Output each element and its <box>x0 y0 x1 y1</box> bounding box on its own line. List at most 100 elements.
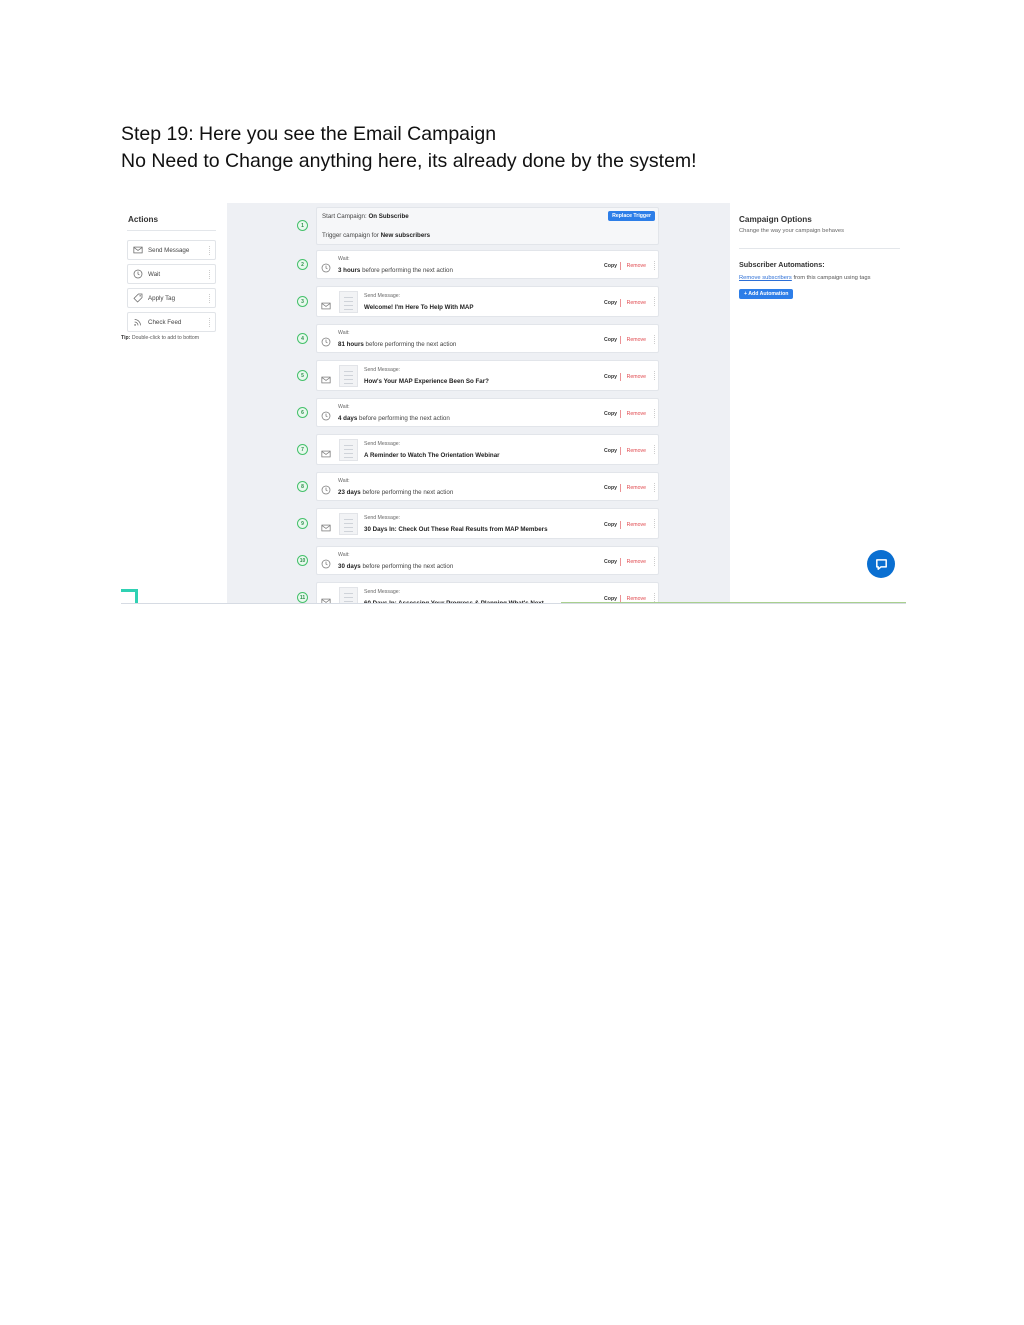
send-message-step[interactable]: Send Message: Welcome! I'm Here To Help W… <box>316 286 659 317</box>
actions-divider <box>127 230 216 231</box>
action-divider <box>620 262 621 270</box>
step-type-label: Wait: <box>338 330 350 336</box>
copy-step-button[interactable]: Copy <box>604 263 617 269</box>
action-apply-tag[interactable]: Apply Tag <box>127 288 216 308</box>
wait-suffix: before performing the next action <box>365 341 457 348</box>
remove-step-button[interactable]: Remove <box>627 485 646 491</box>
step-number-badge: 6 <box>297 407 308 418</box>
envelope-icon <box>133 246 143 254</box>
send-message-step[interactable]: Send Message: How's Your MAP Experience B… <box>316 360 659 391</box>
wait-step[interactable]: Wait: 81 hours before performing the next… <box>316 324 659 353</box>
trigger-card[interactable]: Start Campaign: On Subscribe Trigger cam… <box>316 207 659 245</box>
remove-step-button[interactable]: Remove <box>627 337 646 343</box>
step-type-label: Wait: <box>338 552 350 558</box>
campaign-options-panel: Campaign Options Change the way your cam… <box>730 203 906 603</box>
send-message-step[interactable]: Send Message: 30 Days In: Check Out These… <box>316 508 659 539</box>
email-subject: A Reminder to Watch The Orientation Webi… <box>364 452 500 459</box>
step-type-label: Send Message: <box>364 367 401 373</box>
replace-trigger-button[interactable]: Replace Trigger <box>608 211 655 221</box>
drag-handle-icon[interactable] <box>209 294 211 303</box>
remove-step-button[interactable]: Remove <box>627 522 646 528</box>
email-subject: Welcome! I'm Here To Help With MAP <box>364 304 474 311</box>
email-thumbnail[interactable] <box>339 587 358 603</box>
copy-step-button[interactable]: Copy <box>604 522 617 528</box>
action-send-message[interactable]: Send Message <box>127 240 216 260</box>
trigger-value: New subscribers <box>380 232 431 239</box>
start-campaign-prefix: Start Campaign: <box>322 213 367 220</box>
email-thumbnail[interactable] <box>339 291 358 313</box>
drag-handle-icon[interactable] <box>209 270 211 279</box>
copy-step-button[interactable]: Copy <box>604 448 617 454</box>
trigger-prefix: Trigger campaign for <box>322 232 379 239</box>
drag-handle-icon[interactable] <box>654 335 656 344</box>
remove-subscribers-link[interactable]: Remove subscribers <box>739 275 792 281</box>
chat-bubble-icon <box>875 558 887 570</box>
step-number-badge: 4 <box>297 333 308 344</box>
wait-step[interactable]: Wait: 4 days before performing the next a… <box>316 398 659 427</box>
step-number-badge: 3 <box>297 296 308 307</box>
action-wait[interactable]: Wait <box>127 264 216 284</box>
copy-step-button[interactable]: Copy <box>604 485 617 491</box>
email-thumbnail[interactable] <box>339 365 358 387</box>
options-subtitle: Change the way your campaign behaves <box>739 228 845 234</box>
step-number-badge: 11 <box>297 592 308 603</box>
drag-handle-icon[interactable] <box>654 261 656 270</box>
drag-handle-icon[interactable] <box>209 246 211 255</box>
remove-step-button[interactable]: Remove <box>627 263 646 269</box>
drag-handle-icon[interactable] <box>654 445 656 454</box>
corner-bracket-decoration <box>121 589 138 603</box>
drag-handle-icon[interactable] <box>654 557 656 566</box>
send-message-step[interactable]: Send Message: 60 Days In: Assessing Your … <box>316 582 659 603</box>
wait-duration-text: 81 hours before performing the next acti… <box>338 341 456 348</box>
remove-step-button[interactable]: Remove <box>627 448 646 454</box>
copy-step-button[interactable]: Copy <box>604 337 617 343</box>
bottom-accent-line <box>561 602 906 603</box>
email-thumbnail[interactable] <box>339 439 358 461</box>
action-divider <box>620 299 621 307</box>
action-label: Check Feed <box>148 318 182 326</box>
copy-step-button[interactable]: Copy <box>604 411 617 417</box>
add-automation-button[interactable]: + Add Automation <box>739 289 794 299</box>
drag-handle-icon[interactable] <box>654 483 656 492</box>
actions-title: Actions <box>128 215 159 224</box>
instruction-heading: Step 19: Here you see the Email Campaign… <box>121 121 921 175</box>
tip-label: Tip: <box>121 335 131 341</box>
action-check-feed[interactable]: Check Feed <box>127 312 216 332</box>
send-message-step[interactable]: Send Message: A Reminder to Watch The Ori… <box>316 434 659 465</box>
action-divider <box>620 336 621 344</box>
wait-amount: 4 days <box>338 415 358 422</box>
wait-duration-text: 30 days before performing the next actio… <box>338 563 453 570</box>
copy-step-button[interactable]: Copy <box>604 300 617 306</box>
drag-handle-icon[interactable] <box>654 297 656 306</box>
drag-handle-icon[interactable] <box>654 371 656 380</box>
start-campaign-text: Start Campaign: On Subscribe <box>322 213 409 220</box>
email-thumbnail[interactable] <box>339 513 358 535</box>
action-divider <box>620 558 621 566</box>
remove-step-button[interactable]: Remove <box>627 411 646 417</box>
subscriber-automations-title: Subscriber Automations: <box>739 260 825 269</box>
action-divider <box>620 521 621 529</box>
chat-support-button[interactable] <box>867 550 895 578</box>
wait-step[interactable]: Wait: 3 hours before performing the next … <box>316 250 659 279</box>
copy-step-button[interactable]: Copy <box>604 559 617 565</box>
automations-description-rest: from this campaign using tags <box>793 275 871 281</box>
drag-handle-icon[interactable] <box>654 593 656 602</box>
drag-handle-icon[interactable] <box>654 519 656 528</box>
remove-step-button[interactable]: Remove <box>627 300 646 306</box>
remove-step-button[interactable]: Remove <box>627 559 646 565</box>
remove-step-button[interactable]: Remove <box>627 374 646 380</box>
drag-handle-icon[interactable] <box>209 318 211 327</box>
action-label: Send Message <box>148 246 190 254</box>
step-type-label: Send Message: <box>364 515 401 521</box>
step-number-badge: 8 <box>297 481 308 492</box>
email-subject: 30 Days In: Check Out These Real Results… <box>364 526 548 533</box>
wait-duration-text: 23 days before performing the next actio… <box>338 489 453 496</box>
action-label: Wait <box>148 270 161 278</box>
drag-handle-icon[interactable] <box>654 409 656 418</box>
step-number-badge: 1 <box>297 220 308 231</box>
wait-step[interactable]: Wait: 23 days before performing the next … <box>316 472 659 501</box>
copy-step-button[interactable]: Copy <box>604 374 617 380</box>
clock-icon <box>321 556 331 569</box>
step-number-badge: 2 <box>297 259 308 270</box>
wait-step[interactable]: Wait: 30 days before performing the next … <box>316 546 659 575</box>
